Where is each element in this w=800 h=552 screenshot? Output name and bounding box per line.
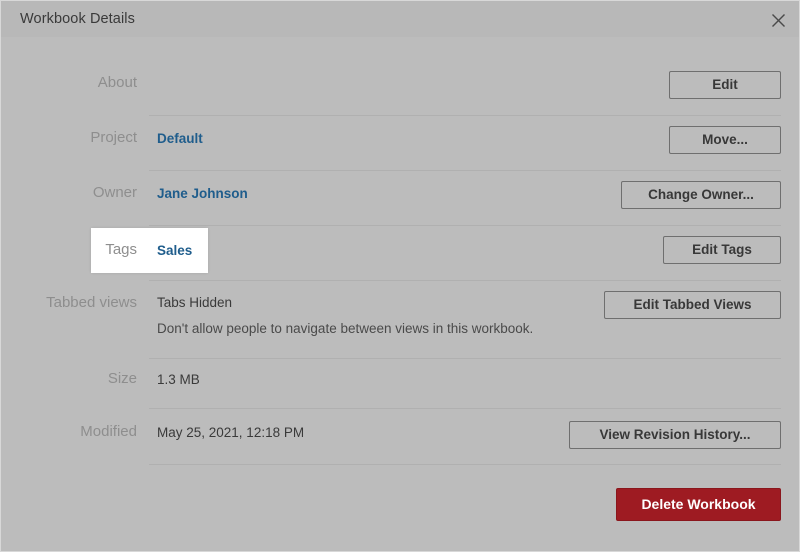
- row-label-size: Size: [107, 370, 137, 387]
- row-label-project: Project: [90, 129, 137, 146]
- edit-tags-button[interactable]: Edit Tags: [663, 236, 781, 264]
- detail-row-owner: Owner Jane Johnson Change Owner...: [1, 171, 799, 226]
- change-owner-button[interactable]: Change Owner...: [621, 181, 781, 209]
- delete-workbook-button[interactable]: Delete Workbook: [616, 488, 781, 521]
- highlight-tag-sales[interactable]: Sales: [157, 243, 192, 258]
- row-label-modified: Modified: [80, 423, 137, 440]
- dialog-body: About Edit Project Default Move... Owner…: [1, 37, 799, 551]
- highlight-label-tags: Tags: [105, 241, 137, 258]
- detail-row-modified: Modified May 25, 2021, 12:18 PM View Rev…: [1, 409, 799, 465]
- dialog-title: Workbook Details: [20, 11, 135, 27]
- size-value: 1.3 MB: [157, 372, 200, 387]
- row-label-tabbed-views: Tabbed views: [46, 294, 137, 311]
- view-revision-history-button[interactable]: View Revision History...: [569, 421, 781, 449]
- dialog-footer: Delete Workbook: [1, 465, 799, 547]
- move-button[interactable]: Move...: [669, 126, 781, 154]
- close-icon[interactable]: [763, 5, 793, 35]
- tabbed-views-value: Tabs Hidden: [157, 295, 233, 310]
- workbook-details-dialog: Workbook Details About Edit Project Defa…: [0, 0, 800, 552]
- row-label-about: About: [97, 74, 137, 91]
- detail-row-project: Project Default Move...: [1, 116, 799, 171]
- project-link[interactable]: Default: [157, 131, 203, 146]
- edit-button[interactable]: Edit: [669, 71, 781, 99]
- tags-highlight-callout: Tags Sales: [91, 228, 208, 273]
- detail-row-size: Size 1.3 MB: [1, 359, 799, 409]
- edit-tabbed-views-button[interactable]: Edit Tabbed Views: [604, 291, 781, 319]
- owner-link[interactable]: Jane Johnson: [157, 186, 248, 201]
- detail-row-tabbed-views: Tabbed views Tabs Hidden Don't allow peo…: [1, 281, 799, 359]
- dialog-titlebar: Workbook Details: [1, 1, 799, 37]
- tabbed-views-description: Don't allow people to navigate between v…: [157, 321, 534, 336]
- row-label-owner: Owner: [92, 184, 137, 201]
- modified-value: May 25, 2021, 12:18 PM: [157, 425, 305, 440]
- detail-row-about: About Edit: [1, 61, 799, 116]
